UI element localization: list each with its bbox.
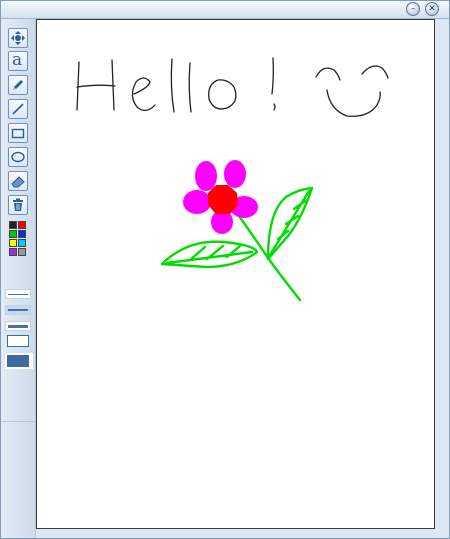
eraser-tool-button[interactable] bbox=[8, 171, 28, 191]
swatch-black[interactable] bbox=[9, 221, 17, 229]
title-bar: – ✕ bbox=[1, 1, 449, 19]
line-width-thin[interactable] bbox=[5, 289, 31, 299]
pencil-icon bbox=[13, 80, 23, 90]
swatch-cyan[interactable] bbox=[18, 239, 26, 247]
handwriting-h bbox=[76, 59, 116, 111]
trash-icon bbox=[13, 198, 23, 211]
line-icon bbox=[12, 103, 24, 115]
eraser-icon bbox=[11, 176, 25, 188]
right-leaf-vein bbox=[268, 189, 311, 257]
handwriting-l2 bbox=[188, 62, 192, 113]
smiley-right-eye bbox=[361, 65, 389, 79]
rectangle-icon bbox=[11, 128, 25, 139]
text-tool-button[interactable]: a bbox=[8, 50, 28, 71]
swatch-green[interactable] bbox=[9, 230, 17, 238]
swatch-gray[interactable] bbox=[18, 248, 26, 256]
handwriting-e bbox=[131, 77, 156, 112]
ellipse-icon bbox=[11, 151, 25, 163]
ellipse-tool-button[interactable] bbox=[8, 147, 28, 167]
drawing-canvas[interactable] bbox=[36, 19, 435, 529]
swatch-yellow[interactable] bbox=[9, 239, 17, 247]
pencil-tool-button[interactable] bbox=[8, 75, 28, 95]
swatch-blue[interactable] bbox=[18, 230, 26, 238]
fill-outline-option[interactable] bbox=[5, 333, 33, 349]
swatch-purple[interactable] bbox=[9, 248, 17, 256]
petal-left bbox=[183, 190, 211, 214]
text-tool-glyph: a bbox=[12, 50, 23, 70]
smiley-left-eye bbox=[315, 67, 341, 81]
minimize-icon[interactable]: – bbox=[406, 2, 420, 16]
line-width-medium[interactable] bbox=[5, 305, 31, 315]
swatch-red[interactable] bbox=[18, 221, 26, 229]
canvas-drawing bbox=[76, 57, 389, 302]
petal-top-left bbox=[195, 161, 217, 191]
fill-solid-option[interactable] bbox=[5, 353, 33, 369]
paint-window: – ✕ a bbox=[0, 0, 450, 539]
move-tool-button[interactable] bbox=[8, 28, 28, 48]
flower-center bbox=[208, 185, 238, 214]
line-width-thick[interactable] bbox=[5, 321, 31, 331]
close-icon[interactable]: ✕ bbox=[425, 2, 439, 16]
rectangle-tool-button[interactable] bbox=[8, 123, 28, 143]
toolbar-divider bbox=[1, 421, 35, 422]
tool-palette: a bbox=[1, 19, 36, 538]
handwriting-o bbox=[208, 79, 237, 110]
petal-top-right bbox=[224, 160, 246, 188]
handwriting-exclamation bbox=[271, 57, 276, 111]
smiley-mouth bbox=[326, 89, 381, 117]
trash-tool-button[interactable] bbox=[8, 195, 28, 215]
handwriting-l1 bbox=[170, 58, 175, 113]
line-tool-button[interactable] bbox=[8, 99, 28, 119]
move-icon bbox=[11, 31, 25, 45]
